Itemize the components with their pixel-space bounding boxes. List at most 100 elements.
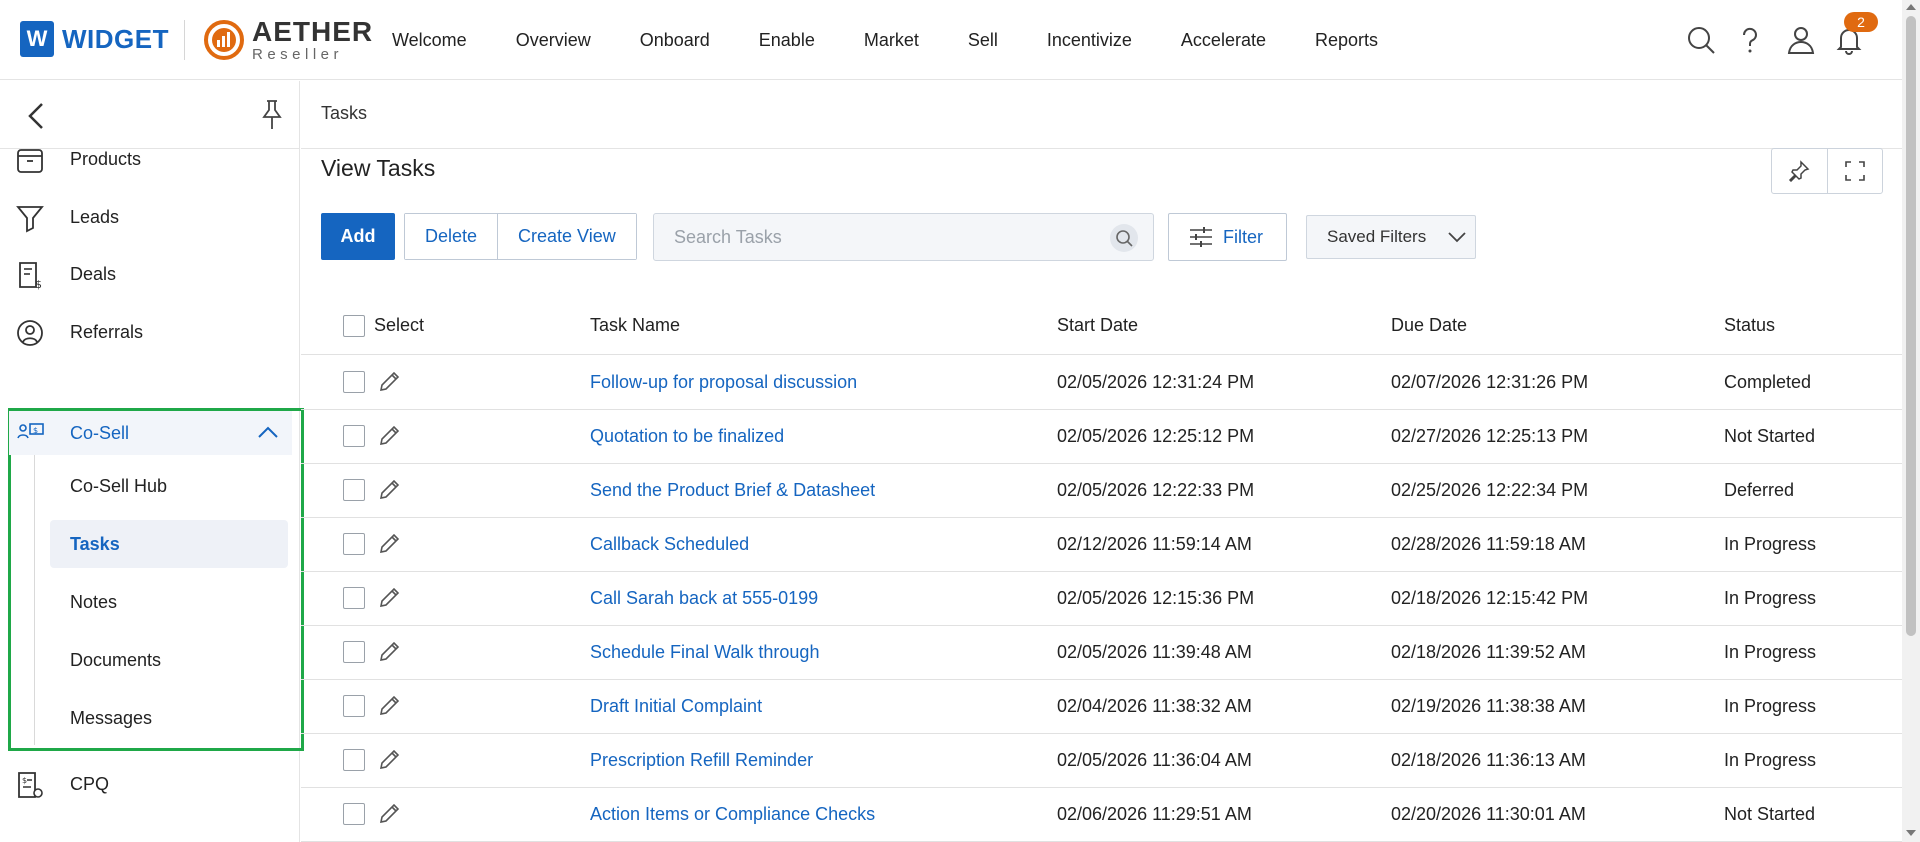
aether-logo-text: AETHER — [252, 16, 374, 47]
column-header-task-name[interactable]: Task Name — [590, 315, 680, 336]
edit-icon[interactable] — [376, 585, 402, 611]
page-scrollbar[interactable] — [1902, 0, 1920, 842]
table-row: Schedule Final Walk through 02/05/2026 11… — [301, 626, 1902, 680]
edit-icon[interactable] — [376, 693, 402, 719]
search-box — [653, 213, 1154, 261]
search-input[interactable] — [654, 214, 1094, 260]
notification-badge[interactable]: 2 — [1844, 12, 1878, 32]
row-select-checkbox[interactable] — [343, 641, 365, 663]
start-date-cell: 02/05/2026 12:31:24 PM — [1057, 372, 1255, 392]
aether-logo-subtext: Reseller — [252, 46, 344, 63]
status-cell: In Progress — [1724, 642, 1817, 662]
column-header-start-date[interactable]: Start Date — [1057, 315, 1138, 336]
sidebar-item-label: Deals — [70, 263, 117, 284]
status-cell: In Progress — [1724, 588, 1817, 608]
column-header-due-date[interactable]: Due Date — [1391, 315, 1467, 336]
row-select-checkbox[interactable] — [343, 533, 365, 555]
nav-onboard[interactable]: Onboard — [640, 30, 710, 51]
sidebar-item-referrals[interactable]: Referrals — [0, 310, 299, 354]
widget-logo[interactable]: W WIDGET — [20, 21, 169, 57]
nav-welcome[interactable]: Welcome — [392, 30, 467, 51]
task-name-link[interactable]: Call Sarah back at 555-0199 — [590, 588, 818, 609]
sidebar-item-co-sell[interactable]: $ Co-Sell — [9, 411, 292, 455]
select-all-checkbox[interactable] — [343, 315, 365, 337]
create-view-button[interactable]: Create View — [497, 214, 636, 259]
pin-view-button[interactable] — [1772, 149, 1827, 193]
task-name-link[interactable]: Prescription Refill Reminder — [590, 750, 813, 771]
aether-logo[interactable]: AETHER Reseller — [204, 18, 373, 62]
sidebar-item-label: Co-Sell — [70, 422, 130, 443]
chevron-up-icon[interactable] — [257, 425, 279, 439]
filter-button[interactable]: Filter — [1168, 213, 1287, 261]
nav-overview[interactable]: Overview — [516, 30, 591, 51]
task-name-link[interactable]: Draft Initial Complaint — [590, 696, 762, 717]
user-icon[interactable] — [1785, 24, 1817, 56]
due-date-cell: 02/19/2026 11:38:38 AM — [1391, 696, 1586, 716]
nav-incentivize[interactable]: Incentivize — [1047, 30, 1132, 51]
nav-sell[interactable]: Sell — [968, 30, 998, 51]
row-select-checkbox[interactable] — [343, 479, 365, 501]
breadcrumb[interactable]: Tasks — [321, 103, 367, 124]
edit-icon[interactable] — [376, 801, 402, 827]
sidebar-subitem-notes[interactable]: Notes — [50, 578, 288, 626]
task-name-link[interactable]: Callback Scheduled — [590, 534, 749, 555]
sliders-icon — [1190, 227, 1212, 247]
table-row: Prescription Refill Reminder 02/05/2026 1… — [301, 734, 1902, 788]
top-bar: W WIDGET AETHER Reseller Welcome Overvie… — [0, 0, 1902, 80]
status-cell: In Progress — [1724, 750, 1817, 770]
row-select-checkbox[interactable] — [343, 425, 365, 447]
sidebar-subitem-documents[interactable]: Documents — [50, 636, 288, 684]
sidebar-subitem-label: Co-Sell Hub — [70, 475, 168, 496]
row-select-checkbox[interactable] — [343, 371, 365, 393]
search-icon[interactable] — [1685, 24, 1717, 56]
sidebar-item-deals[interactable]: $ Deals — [0, 252, 299, 296]
row-select-checkbox[interactable] — [343, 749, 365, 771]
nav-reports[interactable]: Reports — [1315, 30, 1378, 51]
fullscreen-icon — [1845, 161, 1865, 181]
row-select-checkbox[interactable] — [343, 803, 365, 825]
sidebar-subitem-messages[interactable]: Messages — [50, 694, 288, 742]
edit-icon[interactable] — [376, 423, 402, 449]
sidebar-item-leads[interactable]: Leads — [0, 195, 299, 239]
task-name-link[interactable]: Quotation to be finalized — [590, 426, 784, 447]
edit-icon[interactable] — [376, 639, 402, 665]
sidebar-subitem-tasks[interactable]: Tasks — [50, 520, 288, 568]
sidebar-subitem-label: Messages — [70, 707, 153, 728]
due-date-cell: 02/18/2026 11:36:13 AM — [1391, 750, 1586, 770]
funnel-icon — [16, 206, 44, 233]
nav-accelerate[interactable]: Accelerate — [1181, 30, 1266, 51]
collapse-sidebar-icon[interactable] — [24, 101, 50, 131]
search-icon[interactable] — [1110, 224, 1138, 252]
delete-button[interactable]: Delete — [405, 214, 498, 259]
sidebar-item-products[interactable]: Products — [0, 137, 299, 181]
aether-logo-icon — [204, 20, 244, 60]
saved-filters-dropdown[interactable]: Saved Filters — [1306, 215, 1476, 259]
task-name-link[interactable]: Follow-up for proposal discussion — [590, 372, 857, 393]
edit-icon[interactable] — [376, 531, 402, 557]
sidebar-subitem-co-sell-hub[interactable]: Co-Sell Hub — [50, 462, 288, 510]
row-select-checkbox[interactable] — [343, 695, 365, 717]
help-icon[interactable] — [1734, 24, 1766, 56]
nav-market[interactable]: Market — [864, 30, 919, 51]
start-date-cell: 02/05/2026 12:25:12 PM — [1057, 426, 1255, 446]
row-select-checkbox[interactable] — [343, 587, 365, 609]
sidebar-item-label: Products — [70, 148, 142, 169]
scroll-up-arrow[interactable] — [1906, 4, 1916, 10]
fullscreen-button[interactable] — [1826, 149, 1882, 193]
sidebar-item-cpq[interactable]: $ CPQ — [0, 762, 299, 806]
status-cell: Not Started — [1724, 804, 1816, 824]
edit-icon[interactable] — [376, 477, 402, 503]
nav-enable[interactable]: Enable — [759, 30, 815, 51]
add-button[interactable]: Add — [321, 213, 395, 260]
task-name-link[interactable]: Send the Product Brief & Datasheet — [590, 480, 875, 501]
task-name-link[interactable]: Schedule Final Walk through — [590, 642, 819, 663]
co-sell-icon: $ — [17, 423, 44, 439]
pin-icon[interactable] — [258, 99, 286, 131]
task-name-link[interactable]: Action Items or Compliance Checks — [590, 804, 875, 825]
edit-icon[interactable] — [376, 369, 402, 395]
edit-icon[interactable] — [376, 747, 402, 773]
scroll-down-arrow[interactable] — [1906, 830, 1916, 836]
status-cell: Completed — [1724, 372, 1812, 392]
column-header-status[interactable]: Status — [1724, 315, 1775, 336]
scroll-thumb[interactable] — [1906, 16, 1916, 636]
